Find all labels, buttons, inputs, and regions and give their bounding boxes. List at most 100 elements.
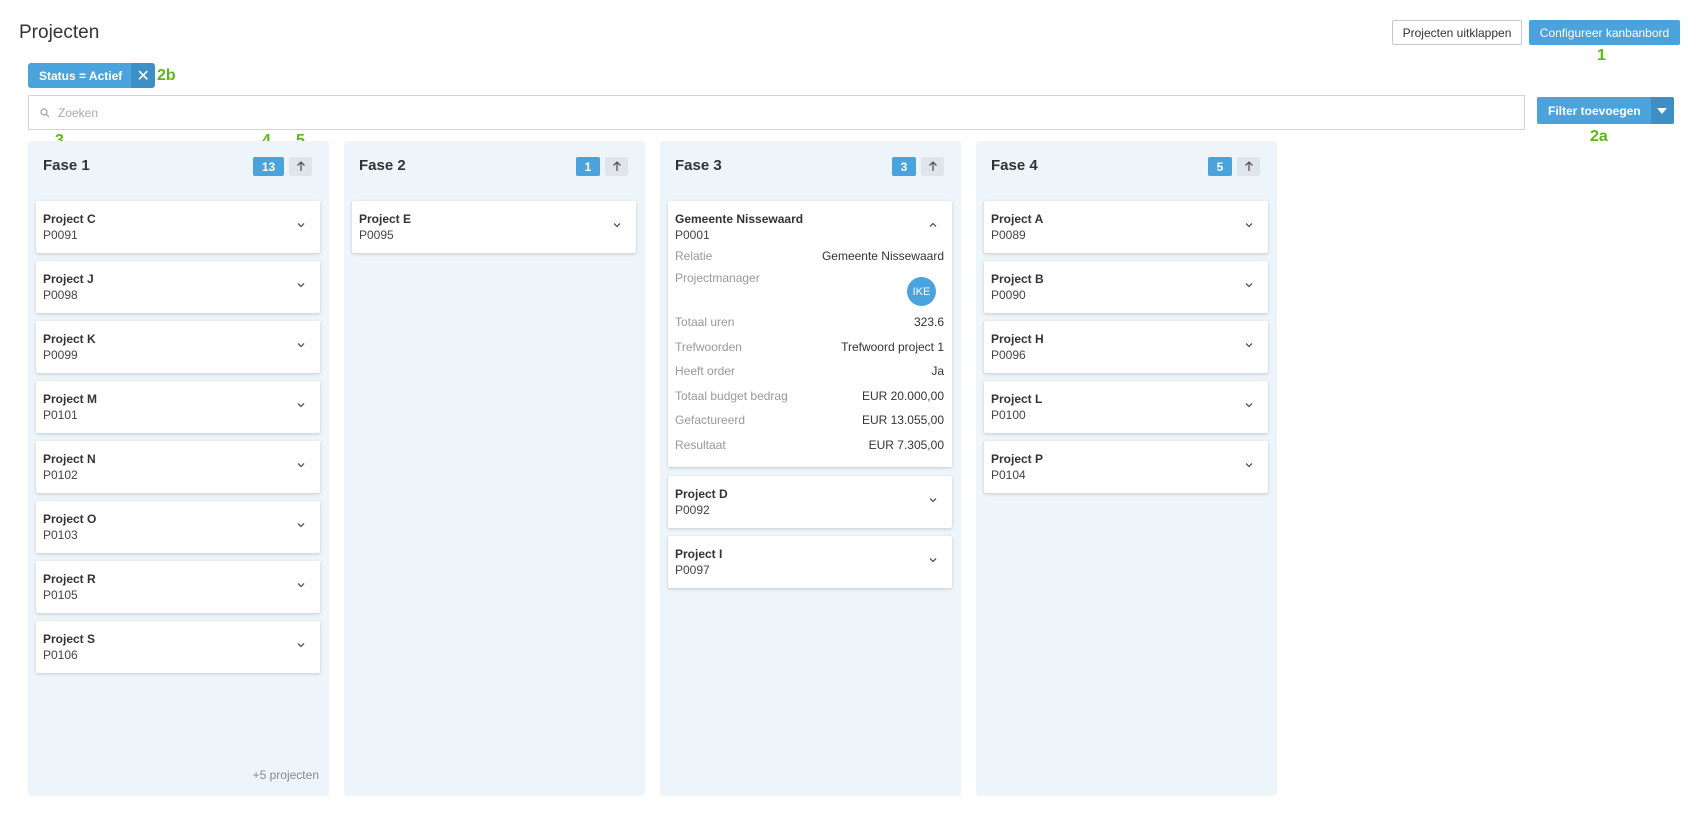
chevron-down-icon[interactable] — [296, 400, 306, 410]
chevron-down-icon[interactable] — [296, 580, 306, 590]
card-name: Project L — [991, 392, 1043, 406]
column-title: Fase 2 — [359, 157, 406, 174]
project-card[interactable]: Project R P0105 — [36, 561, 320, 613]
card-name: Project C — [43, 212, 96, 226]
card-code: P0092 — [675, 503, 710, 517]
chevron-down-icon[interactable] — [296, 340, 306, 350]
detail-totaal-budget: Totaal budget bedrag EUR 20.000,00 — [675, 389, 944, 403]
project-card[interactable]: Project K P0099 — [36, 321, 320, 373]
sort-arrow-up-icon[interactable] — [605, 157, 628, 176]
card-code: P0102 — [43, 468, 78, 482]
sort-arrow-up-icon[interactable] — [289, 157, 312, 176]
chevron-down-icon[interactable] — [1244, 400, 1254, 410]
project-card[interactable]: Project L P0100 — [984, 381, 1268, 433]
card-code: P0100 — [991, 408, 1026, 422]
kanban-column-fase-3: Fase 3 3 Gemeente Nissewaard P0001 Relat… — [660, 141, 961, 796]
project-card[interactable]: Project P P0104 — [984, 441, 1268, 493]
detail-value: Gemeente Nissewaard — [821, 249, 944, 263]
detail-relatie: Relatie Gemeente Nissewaard — [675, 249, 944, 263]
card-name: Project O — [43, 512, 97, 526]
detail-value: EUR 13.055,00 — [861, 413, 944, 427]
project-card[interactable]: Project D P0092 — [668, 476, 952, 528]
configure-kanban-button[interactable]: Configureer kanbanbord — [1529, 20, 1680, 45]
chevron-down-icon[interactable] — [928, 495, 938, 505]
close-icon[interactable]: ✕ — [131, 63, 156, 88]
card-name: Project D — [675, 487, 728, 501]
add-filter-button[interactable]: Filter toevoegen — [1537, 97, 1674, 124]
filter-chip-label: Status = Actief — [28, 63, 132, 88]
project-card[interactable]: Project S P0106 — [36, 621, 320, 673]
active-filter-chip[interactable]: Status = Actief ✕ — [28, 63, 156, 88]
project-card[interactable]: Project C P0091 — [36, 201, 320, 253]
card-name: Project M — [43, 392, 98, 406]
search-input[interactable] — [58, 105, 1458, 120]
chevron-down-icon[interactable] — [1244, 340, 1254, 350]
card-name: Project S — [43, 632, 96, 646]
kanban-column-fase-1: Fase 1 13 Project C P0091 Project J P009… — [28, 141, 329, 796]
column-title: Fase 1 — [43, 157, 90, 174]
card-code: P0105 — [43, 588, 78, 602]
card-name: Project I — [675, 547, 723, 561]
detail-value: EUR 20.000,00 — [861, 389, 944, 403]
project-card[interactable]: Project O P0103 — [36, 501, 320, 553]
card-name: Gemeente Nissewaard — [675, 212, 804, 226]
column-title: Fase 3 — [675, 157, 722, 174]
chevron-down-icon[interactable] — [1244, 280, 1254, 290]
sort-arrow-up-icon[interactable] — [1237, 157, 1260, 176]
column-count-badge: 3 — [892, 157, 916, 176]
chevron-down-icon[interactable] — [296, 640, 306, 650]
card-name: Project P — [991, 452, 1044, 466]
chevron-down-icon[interactable] — [1244, 220, 1254, 230]
detail-resultaat: Resultaat EUR 7.305,00 — [675, 438, 944, 452]
detail-label: Relatie — [675, 249, 713, 263]
chevron-down-icon[interactable] — [1244, 460, 1254, 470]
detail-value: 323.6 — [913, 315, 944, 329]
card-code: P0091 — [43, 228, 78, 242]
project-card[interactable]: Project M P0101 — [36, 381, 320, 433]
detail-gefactureerd: Gefactureerd EUR 13.055,00 — [675, 413, 944, 427]
avatar[interactable]: IKE — [907, 277, 936, 306]
project-card[interactable]: Project N P0102 — [36, 441, 320, 493]
sort-arrow-up-icon[interactable] — [921, 157, 944, 176]
card-code: P0101 — [43, 408, 78, 422]
more-projects-link[interactable]: +5 projecten — [253, 768, 319, 782]
annotation-label: 2a — [1590, 128, 1608, 145]
detail-value: EUR 7.305,00 — [868, 438, 944, 452]
detail-label: Gefactureerd — [675, 413, 746, 427]
project-card[interactable]: Project I P0097 — [668, 536, 952, 588]
detail-value: Trefwoord project 1 — [841, 340, 944, 354]
detail-totaal-uren: Totaal uren 323.6 — [675, 315, 944, 329]
card-code: P0103 — [43, 528, 78, 542]
card-name: Project A — [991, 212, 1044, 226]
chevron-down-icon[interactable] — [928, 555, 938, 565]
card-code: P0096 — [991, 348, 1026, 362]
detail-heeft-order: Heeft order Ja — [675, 364, 944, 378]
card-code: P0104 — [991, 468, 1026, 482]
project-card-expanded[interactable]: Gemeente Nissewaard P0001 Relatie Gemeen… — [668, 201, 952, 467]
chevron-down-icon[interactable] — [612, 220, 622, 230]
detail-projectmanager: Projectmanager — [675, 271, 944, 285]
chevron-down-icon[interactable] — [296, 460, 306, 470]
chevron-down-icon[interactable] — [296, 220, 306, 230]
chevron-down-icon[interactable] — [296, 280, 306, 290]
project-card[interactable]: Project E P0095 — [352, 201, 636, 253]
search-bar — [28, 95, 1525, 130]
chevron-down-icon[interactable] — [296, 520, 306, 530]
chevron-down-icon[interactable] — [1650, 97, 1674, 124]
add-filter-label[interactable]: Filter toevoegen — [1537, 97, 1651, 124]
detail-trefwoorden: Trefwoorden Trefwoord project 1 — [675, 340, 944, 354]
project-card[interactable]: Project A P0089 — [984, 201, 1268, 253]
detail-label: Resultaat — [675, 438, 726, 452]
card-name: Project R — [43, 572, 96, 586]
card-code: P0095 — [359, 228, 394, 242]
chevron-up-icon[interactable] — [928, 220, 938, 230]
kanban-column-fase-2: Fase 2 1 Project E P0095 — [344, 141, 645, 796]
collapse-projects-button[interactable]: Projecten uitklappen — [1392, 20, 1522, 45]
project-card[interactable]: Project J P0098 — [36, 261, 320, 313]
detail-label: Heeft order — [675, 364, 736, 378]
detail-label: Totaal uren — [675, 315, 735, 329]
project-card[interactable]: Project H P0096 — [984, 321, 1268, 373]
kanban-column-fase-4: Fase 4 5 Project A P0089 Project B P0090… — [976, 141, 1277, 796]
project-card[interactable]: Project B P0090 — [984, 261, 1268, 313]
card-name: Project E — [359, 212, 412, 226]
